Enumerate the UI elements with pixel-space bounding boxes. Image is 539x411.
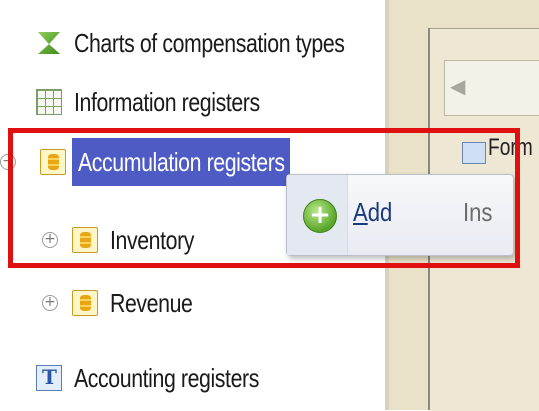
tree-item-label: Accounting registers xyxy=(74,362,259,393)
tree-item-revenue[interactable]: + Revenue xyxy=(42,280,211,326)
expand-icon[interactable]: + xyxy=(42,295,58,311)
tree-item-label: Revenue xyxy=(110,287,193,318)
scroll-left-icon[interactable]: ◀ xyxy=(450,74,465,98)
tree-item-label: Charts of compensation types xyxy=(74,27,345,58)
tree-item-label: Information registers xyxy=(74,86,260,117)
accumulation-register-icon xyxy=(72,290,98,316)
information-register-icon xyxy=(36,89,62,115)
accounting-register-icon xyxy=(36,365,62,391)
tree-item-accounting-registers[interactable]: Accounting registers xyxy=(36,355,300,401)
chart-icon xyxy=(36,30,62,56)
tree-item-information-registers[interactable]: Information registers xyxy=(36,79,300,125)
tree-item-charts-of-compensation-types[interactable]: Charts of compensation types xyxy=(36,20,404,66)
annotation-highlight-box xyxy=(8,128,520,268)
